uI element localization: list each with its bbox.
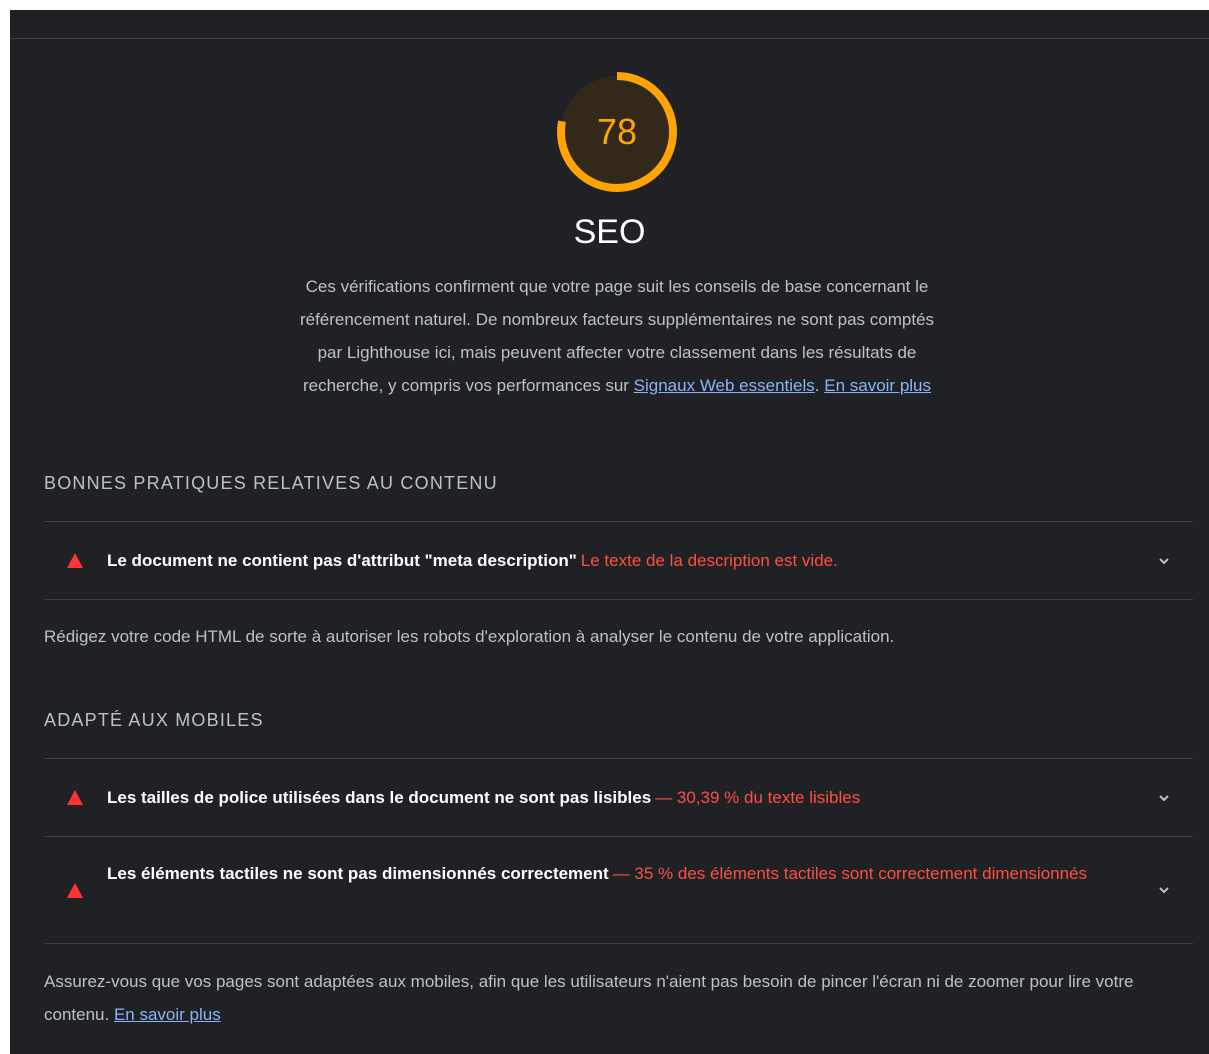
audit-display-value: — 35 % des éléments tactiles sont correc…: [612, 864, 1088, 883]
fail-triangle-icon: [67, 790, 83, 805]
audit-title: Les tailles de police utilisées dans le …: [107, 788, 652, 807]
audit-font-size[interactable]: Les tailles de police utilisées dans le …: [44, 759, 1193, 836]
audit-meta-description[interactable]: Le document ne contient pas d'attribut "…: [44, 522, 1193, 599]
fail-triangle-icon: [67, 883, 83, 898]
audit-text: Le document ne contient pas d'attribut "…: [107, 544, 1117, 577]
audit-divider: [44, 943, 1193, 944]
audit-title: Les éléments tactiles ne sont pas dimens…: [107, 864, 609, 883]
audit-title: Le document ne contient pas d'attribut "…: [107, 551, 577, 570]
chevron-down-icon[interactable]: [1156, 553, 1172, 569]
audit-tap-targets[interactable]: Les éléments tactiles ne sont pas dimens…: [44, 837, 1193, 943]
group-description-content: Rédigez votre code HTML de sorte à autor…: [44, 627, 895, 646]
core-web-vitals-link[interactable]: Signaux Web essentiels: [634, 376, 815, 395]
audit-text: Les éléments tactiles ne sont pas dimens…: [107, 857, 1117, 890]
group-title-content: BONNES PRATIQUES RELATIVES AU CONTENU: [44, 473, 498, 493]
score-value: 78: [596, 111, 638, 152]
description-separator: .: [814, 376, 825, 395]
audit-display-value: Le texte de la description est vide.: [580, 551, 838, 570]
group-title-mobile: ADAPTÉ AUX MOBILES: [44, 710, 264, 730]
top-divider: [10, 38, 1209, 39]
audit-divider: [44, 599, 1193, 600]
audit-display-value: — 30,39 % du texte lisibles: [655, 788, 861, 807]
category-title: SEO: [573, 213, 646, 251]
fail-triangle-icon: [67, 553, 83, 568]
category-description: Ces vérifications confirment que votre p…: [289, 270, 945, 402]
learn-more-link[interactable]: En savoir plus: [114, 1005, 221, 1024]
chevron-down-icon[interactable]: [1156, 882, 1172, 898]
learn-more-link[interactable]: En savoir plus: [824, 376, 931, 395]
audit-text: Les tailles de police utilisées dans le …: [107, 781, 1117, 814]
seo-report-panel: 78 SEO Ces vérifications confirment que …: [10, 10, 1209, 1054]
group-description-mobile: Assurez-vous que vos pages sont adaptées…: [44, 965, 1194, 1031]
score-gauge: 78: [556, 71, 678, 193]
chevron-down-icon[interactable]: [1156, 790, 1172, 806]
